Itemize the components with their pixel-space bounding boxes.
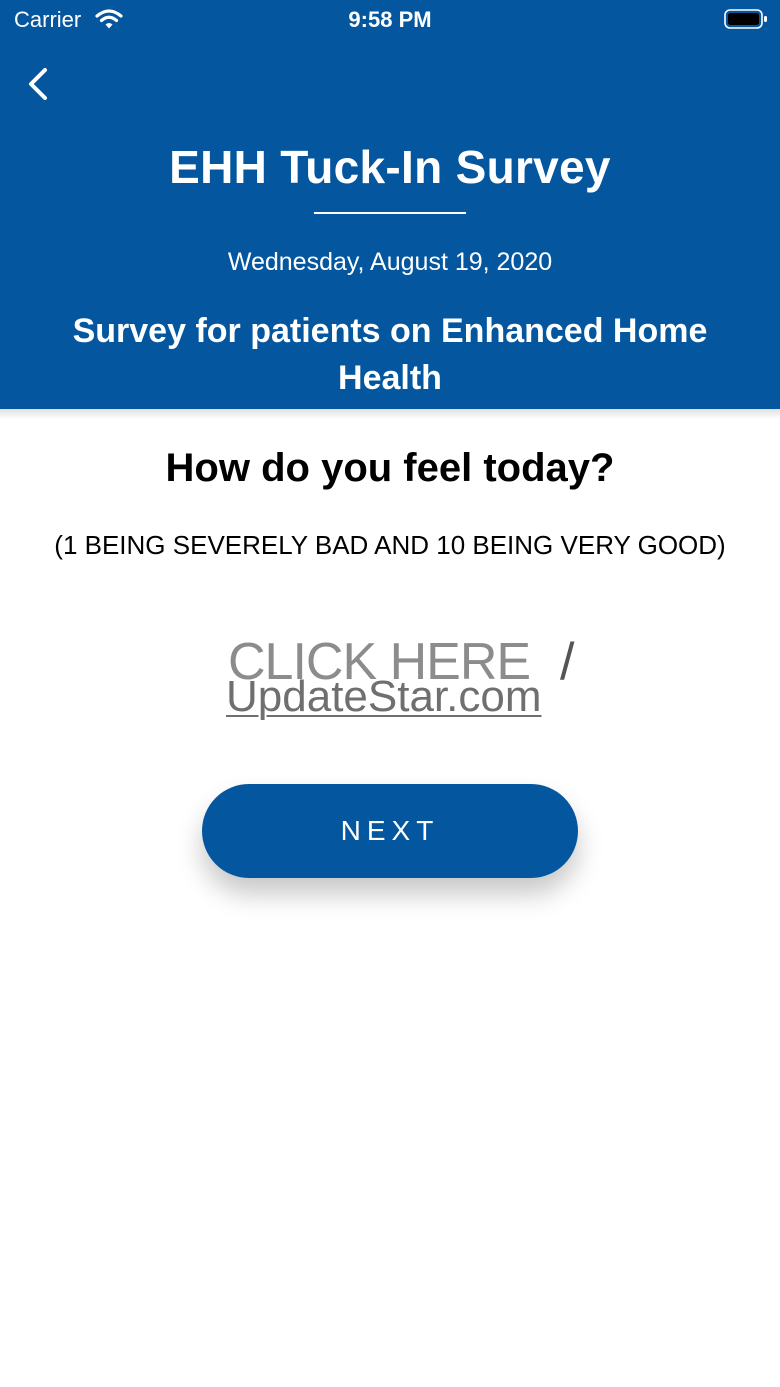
survey-subtitle: Survey for patients on Enhanced Home Hea… <box>72 312 708 397</box>
link-separator: / <box>560 633 575 691</box>
survey-title: EHH Tuck-In Survey <box>169 141 611 193</box>
rating-scale-hint: (1 BEING SEVERELY BAD AND 10 BEING VERY … <box>54 530 726 560</box>
question-text: How do you feel today? <box>165 446 615 490</box>
rating-answer-link[interactable]: CLICK HERE / UpdateStar.com <box>190 632 590 732</box>
battery-icon <box>724 8 768 36</box>
back-button[interactable] <box>20 60 70 110</box>
chevron-left-icon <box>20 68 70 114</box>
status-bar: Carrier 9:58 PM <box>0 0 780 40</box>
survey-header: Carrier 9:58 PM EHH Tuck-In Survey Wedne… <box>0 0 780 409</box>
link-domain: UpdateStar.com <box>226 672 542 721</box>
status-time: 9:58 PM <box>348 7 432 32</box>
next-button[interactable]: NEXT <box>202 784 578 878</box>
title-divider <box>314 212 466 214</box>
survey-date: Wednesday, August 19, 2020 <box>227 248 553 276</box>
header-shadow <box>0 409 780 419</box>
